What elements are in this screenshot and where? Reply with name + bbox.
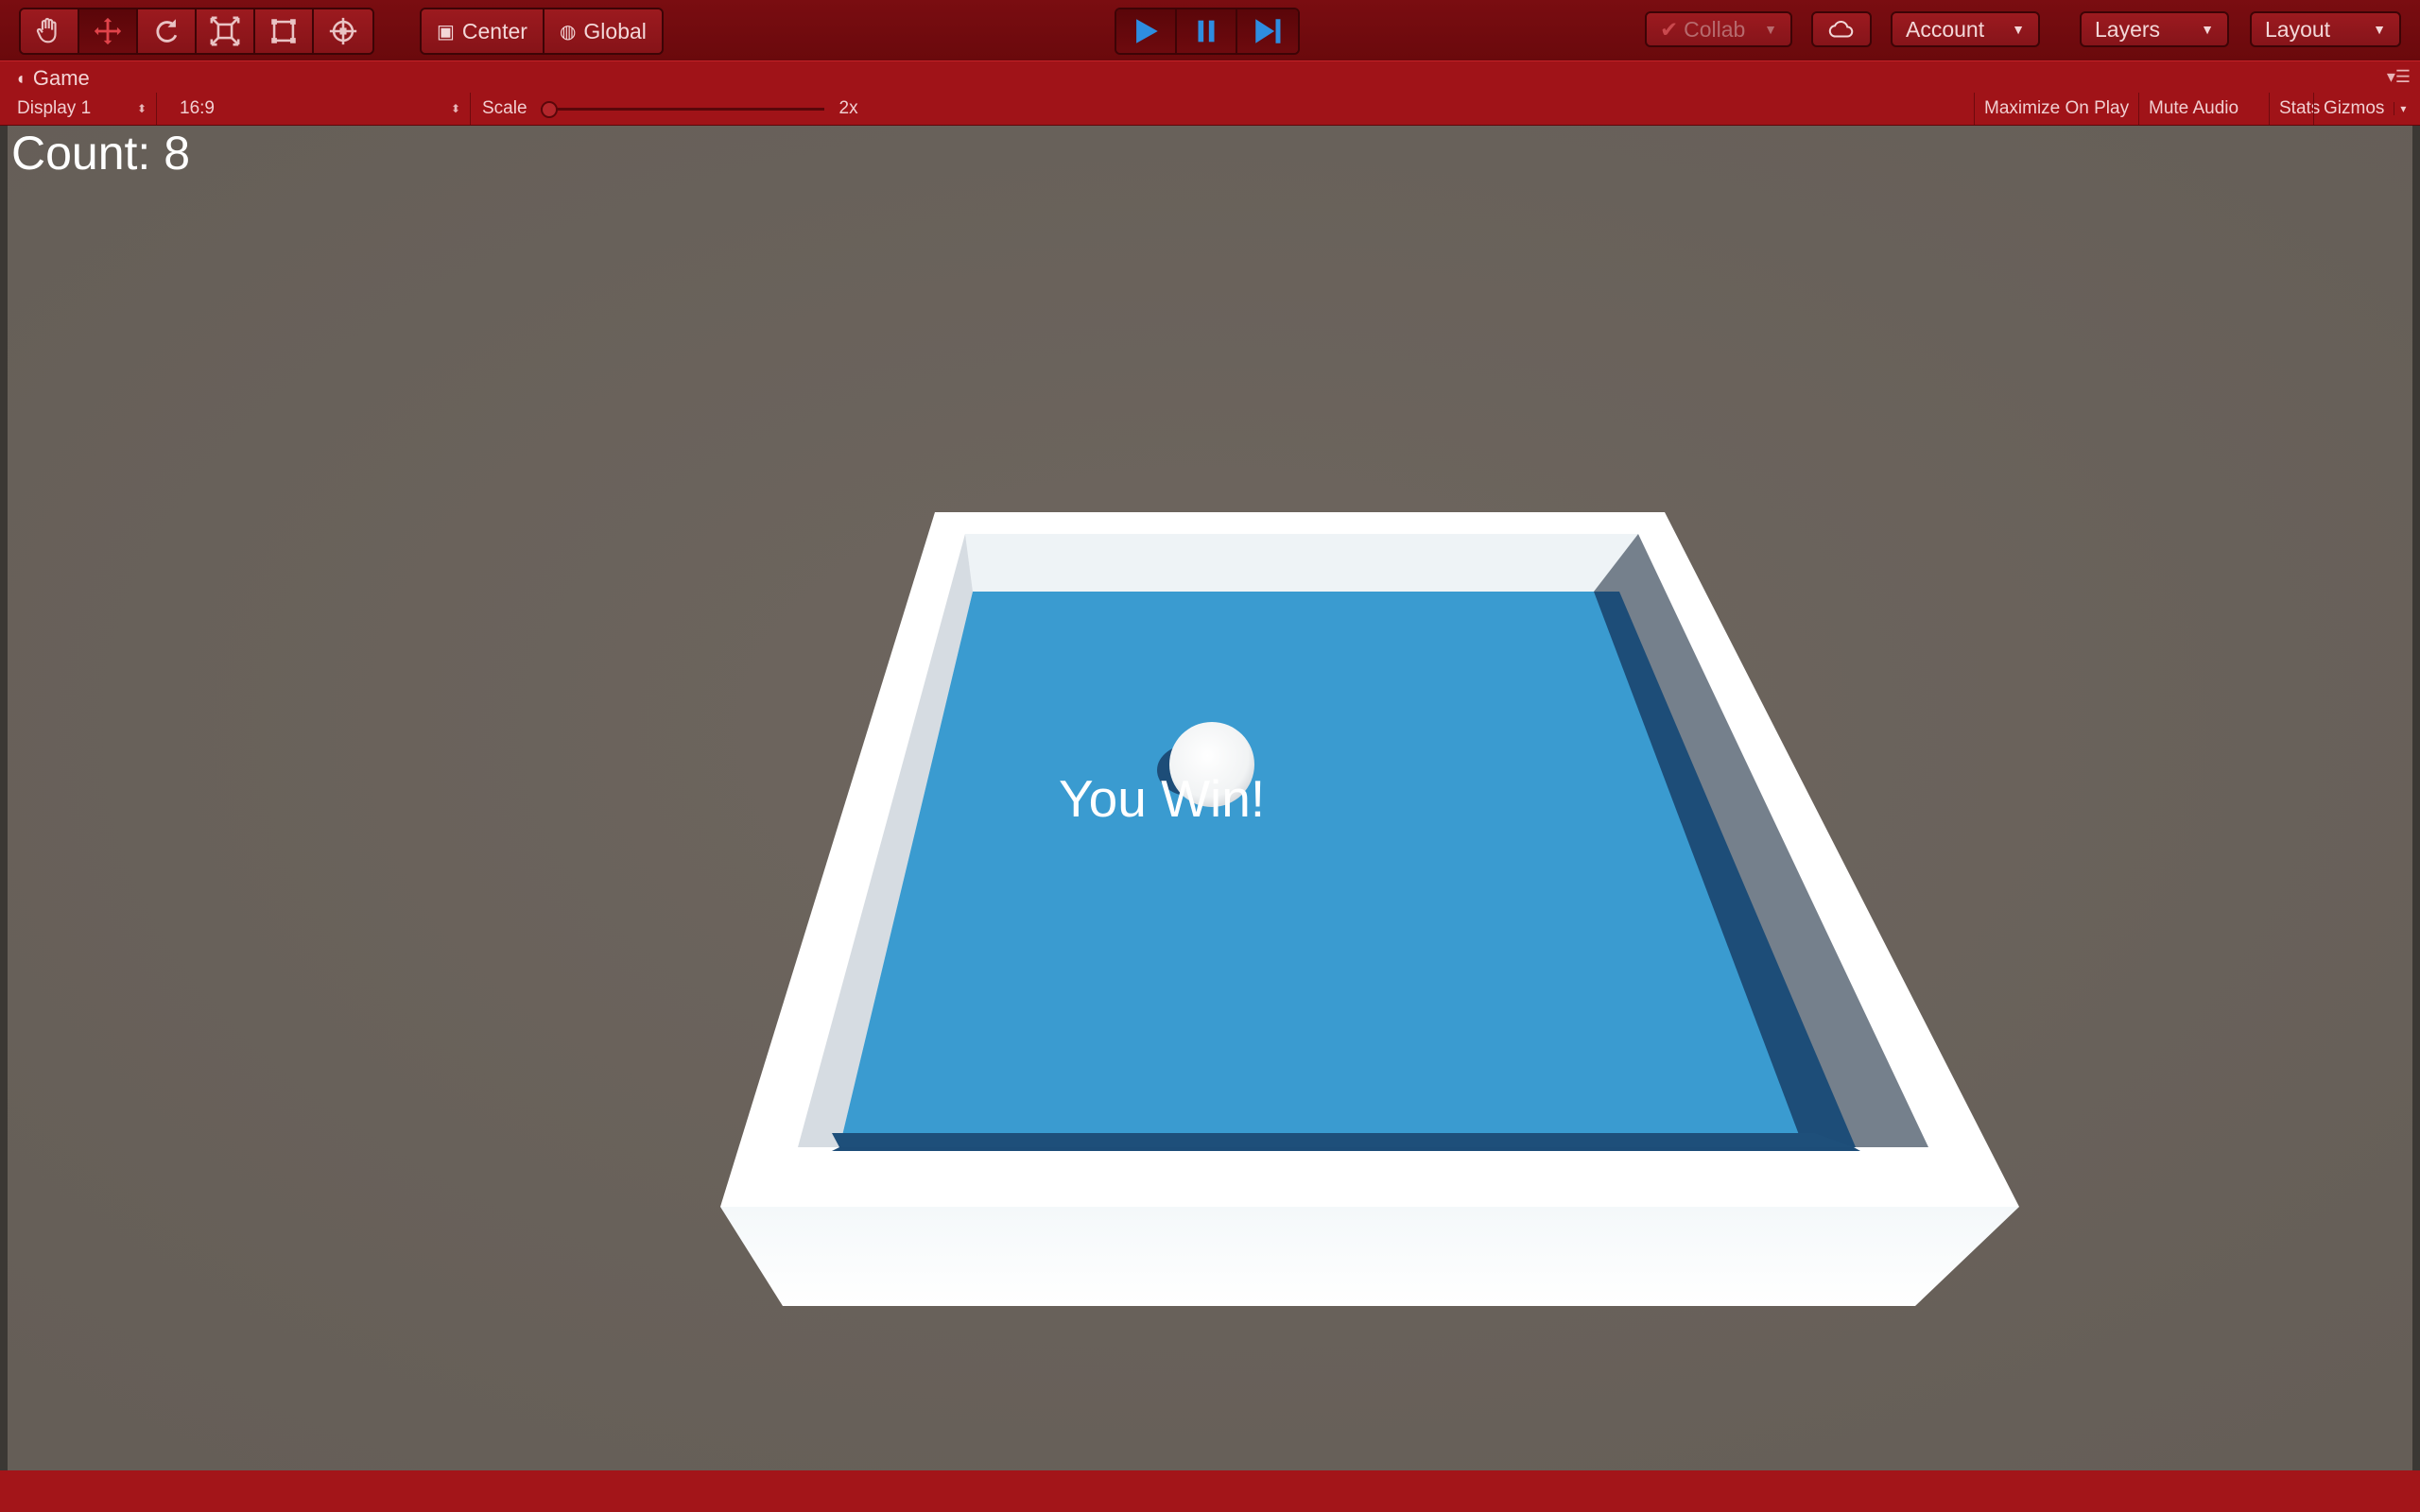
aspect-select-value: 16:9 <box>180 98 215 118</box>
tab-menu-icon[interactable]: ▾☰ <box>2387 67 2411 87</box>
scale-icon <box>210 16 240 46</box>
step-icon <box>1255 19 1281 43</box>
pause-button[interactable] <box>1177 9 1237 53</box>
scale-value: 2x <box>838 98 858 118</box>
wall-front-face <box>720 1207 2019 1306</box>
tab-game-label: Game <box>32 66 90 90</box>
main-toolbar: ▣ Center ◍ Global ✔ Collab ▼ Account ▼ L… <box>0 0 2420 61</box>
move-tool-button[interactable] <box>79 9 138 53</box>
front-wall-shadow <box>832 1147 1860 1151</box>
account-label: Account <box>1906 16 1985 42</box>
transform-tool-button[interactable] <box>314 9 372 53</box>
view-left-border <box>0 126 8 1470</box>
hand-icon <box>36 17 57 43</box>
layout-dropdown[interactable]: Layout ▼ <box>2250 11 2401 47</box>
cloud-button[interactable] <box>1811 11 1872 47</box>
pacman-icon: ◖ <box>15 68 26 88</box>
layout-label: Layout <box>2265 16 2331 42</box>
updown-arrow-icon: ⬍ <box>136 102 147 115</box>
maximize-on-play-label: Maximize On Play <box>1984 98 2130 118</box>
account-dropdown[interactable]: Account ▼ <box>1891 11 2040 47</box>
play-button[interactable] <box>1116 9 1177 53</box>
pause-icon <box>1198 20 1215 43</box>
game-view-controls: Display 1 ⬍ 16:9 ⬍ Scale 2x Maximize On … <box>0 93 2420 127</box>
collab-check-icon: ✔ <box>1660 16 1679 42</box>
pivot-global-button[interactable]: ◍ Global <box>544 9 662 53</box>
chevron-down-icon: ▼ <box>2012 22 2025 37</box>
chevron-down-icon: ▼ <box>1764 22 1777 37</box>
step-button[interactable] <box>1237 9 1298 53</box>
count-text: Count: 8 <box>11 127 191 180</box>
chevron-down-icon: ▾ <box>2394 102 2406 115</box>
collab-dropdown[interactable]: ✔ Collab ▼ <box>1645 11 1792 47</box>
rotate-tool-button[interactable] <box>138 9 197 53</box>
cloud-icon <box>1828 20 1854 38</box>
inner-back-wall <box>965 534 1638 592</box>
pivot-center-icon: ▣ <box>437 21 455 43</box>
playmode-controls <box>1115 8 1300 55</box>
layers-label: Layers <box>2095 16 2161 42</box>
pivot-center-label: Center <box>461 18 527 43</box>
updown-arrow-icon: ⬍ <box>450 102 460 115</box>
layers-dropdown[interactable]: Layers ▼ <box>2080 11 2229 47</box>
pivot-center-button[interactable]: ▣ Center <box>422 9 544 53</box>
transform-tools <box>19 8 374 55</box>
maximize-on-play-toggle[interactable]: Maximize On Play <box>1974 93 2138 125</box>
chevron-down-icon: ▼ <box>2373 22 2386 37</box>
play-icon <box>1136 19 1158 43</box>
globe-icon: ◍ <box>559 21 577 43</box>
mute-audio-label: Mute Audio <box>2149 98 2239 118</box>
status-bar <box>0 1470 2420 1512</box>
front-wall-shadow-strip <box>832 1133 1854 1147</box>
tab-game[interactable]: ◖ Game <box>15 65 90 92</box>
chevron-down-icon: ▼ <box>2201 22 2214 37</box>
rotate-icon <box>156 19 178 43</box>
scale-slider-thumb[interactable] <box>540 101 558 118</box>
scale-control: Scale 2x <box>482 93 860 125</box>
gizmos-label: Gizmos <box>2324 98 2385 118</box>
view-right-border <box>2412 126 2420 1470</box>
scale-label: Scale <box>482 98 527 118</box>
pivot-global-label: Global <box>583 18 647 43</box>
game-tab-bar: ◖ Game ▾☰ <box>0 60 2420 94</box>
mute-audio-toggle[interactable]: Mute Audio <box>2138 93 2248 125</box>
scale-slider[interactable] <box>540 99 824 118</box>
move-arrows-icon <box>94 17 122 45</box>
aspect-select[interactable]: 16:9 ⬍ <box>170 93 471 125</box>
gizmos-dropdown[interactable]: Gizmos ▾ <box>2313 93 2420 125</box>
display-select-value: Display 1 <box>17 98 92 118</box>
win-text: You Win! <box>1059 769 1266 828</box>
display-select[interactable]: Display 1 ⬍ <box>8 93 157 125</box>
transform-icon <box>329 17 357 45</box>
rect-transform-icon <box>271 19 296 43</box>
pivot-toggles: ▣ Center ◍ Global <box>420 8 664 55</box>
hand-tool-button[interactable] <box>21 9 79 53</box>
rect-tool-button[interactable] <box>255 9 314 53</box>
game-viewport[interactable]: Count: 8 You Win! <box>8 126 2412 1470</box>
scale-slider-track <box>540 108 824 111</box>
collab-label: Collab <box>1684 16 1746 42</box>
scale-tool-button[interactable] <box>197 9 255 53</box>
